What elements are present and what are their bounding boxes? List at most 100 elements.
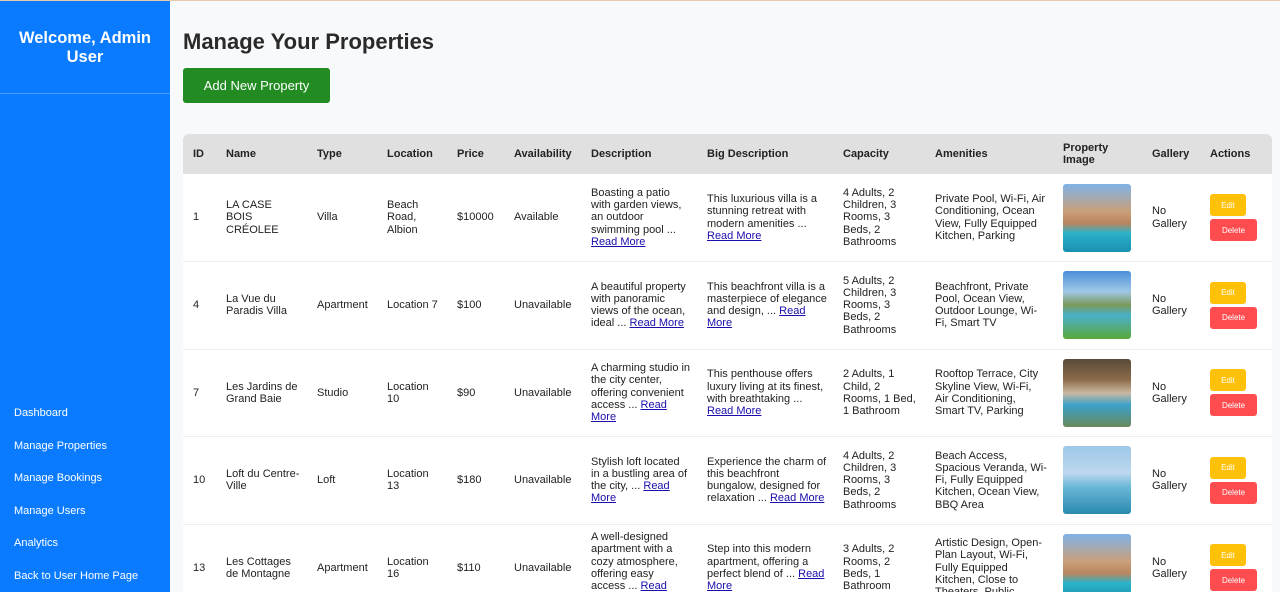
- header-gallery: Gallery: [1152, 148, 1190, 160]
- cell-type: Loft: [307, 436, 377, 525]
- cell-location: Location 13: [377, 436, 447, 525]
- header-property-image: Property Image: [1063, 142, 1109, 166]
- header-type: Type: [317, 148, 342, 160]
- read-more-link[interactable]: Read More: [630, 317, 684, 329]
- cell-actions: Edit Delete: [1200, 349, 1272, 437]
- cell-actions: Edit Delete: [1200, 174, 1272, 262]
- header-capacity: Capacity: [843, 148, 889, 160]
- read-more-link[interactable]: Read More: [707, 230, 761, 242]
- cell-location: Location 16: [377, 524, 447, 592]
- sidebar-item-manage-bookings[interactable]: Manage Bookings: [0, 470, 170, 503]
- cell-property-image: [1053, 349, 1142, 437]
- cell-amenities: Private Pool, Wi-Fi, Air Conditioning, O…: [925, 174, 1053, 262]
- delete-button[interactable]: Delete: [1210, 219, 1257, 241]
- cell-name: LA CASE BOIS CRÉOLEE: [216, 174, 307, 262]
- cell-description: A well-designed apartment with a cozy at…: [581, 524, 697, 592]
- cell-big-description: This penthouse offers luxury living at i…: [697, 349, 833, 437]
- cell-gallery: No Gallery: [1142, 261, 1200, 350]
- add-property-button[interactable]: Add New Property: [183, 68, 330, 103]
- cell-actions: Edit Delete: [1200, 436, 1272, 525]
- delete-button[interactable]: Delete: [1210, 481, 1257, 504]
- property-image: [1063, 271, 1131, 340]
- cell-gallery: No Gallery: [1142, 436, 1200, 525]
- read-more-link[interactable]: Read More: [591, 236, 645, 248]
- cell-id: 10: [183, 436, 216, 525]
- properties-table-container: ID Name Type Location Price Availability…: [183, 134, 1272, 592]
- cell-description: Boasting a patio with garden views, an o…: [581, 174, 697, 262]
- cell-property-image: [1053, 174, 1142, 262]
- sidebar-item-dashboard[interactable]: Dashboard: [0, 405, 170, 438]
- cell-price: $10000: [447, 174, 504, 262]
- cell-name: La Vue du Paradis Villa: [216, 261, 307, 350]
- welcome-heading: Welcome, Admin User: [0, 1, 170, 94]
- cell-property-image: [1053, 524, 1142, 592]
- cell-capacity: 4 Adults, 2 Children, 3 Rooms, 3 Beds, 2…: [833, 174, 925, 262]
- page-title: Manage Your Properties: [183, 29, 435, 54]
- cell-type: Apartment: [307, 261, 377, 350]
- cell-availability: Unavailable: [504, 436, 581, 525]
- table-header-row: ID Name Type Location Price Availability…: [183, 134, 1272, 174]
- cell-id: 7: [183, 349, 216, 437]
- header-location: Location: [387, 148, 433, 160]
- header-id: ID: [193, 148, 204, 160]
- delete-button[interactable]: Delete: [1210, 394, 1257, 417]
- table-row: 10 Loft du Centre-Ville Loft Location 13…: [183, 436, 1272, 525]
- big-description-text: This beachfront villa is a masterpiece o…: [707, 280, 827, 318]
- cell-capacity: 2 Adults, 1 Child, 2 Rooms, 1 Bed, 1 Bat…: [833, 349, 925, 437]
- cell-name: Les Cottages de Montagne: [216, 524, 307, 592]
- edit-button[interactable]: Edit: [1210, 456, 1246, 479]
- big-description-text: Step into this modern apartment, offerin…: [707, 543, 811, 580]
- sidebar: Welcome, Admin User Dashboard Manage Pro…: [0, 1, 170, 592]
- sidebar-nav: Dashboard Manage Properties Manage Booki…: [0, 405, 170, 592]
- edit-button[interactable]: Edit: [1210, 281, 1246, 304]
- cell-price: $180: [447, 436, 504, 525]
- delete-button[interactable]: Delete: [1210, 306, 1257, 329]
- cell-location: Beach Road, Albion: [377, 174, 447, 262]
- cell-location: Location 7: [377, 261, 447, 350]
- cell-property-image: [1053, 436, 1142, 525]
- edit-button[interactable]: Edit: [1210, 369, 1246, 392]
- cell-gallery: No Gallery: [1142, 174, 1200, 262]
- cell-price: $110: [447, 524, 504, 592]
- big-description-text: This luxurious villa is a stunning retre…: [707, 193, 818, 230]
- sidebar-item-back-to-home[interactable]: Back to User Home Page: [0, 568, 170, 592]
- table-row: 4 La Vue du Paradis Villa Apartment Loca…: [183, 261, 1272, 350]
- cell-amenities: Artistic Design, Open-Plan Layout, Wi-Fi…: [925, 524, 1053, 592]
- cell-price: $100: [447, 261, 504, 350]
- cell-location: Location 10: [377, 349, 447, 437]
- cell-capacity: 4 Adults, 2 Children, 3 Rooms, 3 Beds, 2…: [833, 436, 925, 525]
- cell-price: $90: [447, 349, 504, 437]
- read-more-link[interactable]: Read More: [707, 405, 761, 417]
- cell-availability: Unavailable: [504, 261, 581, 350]
- sidebar-item-analytics[interactable]: Analytics: [0, 535, 170, 568]
- cell-description: Stylish loft located in a bustling area …: [581, 436, 697, 525]
- edit-button[interactable]: Edit: [1210, 194, 1246, 216]
- header-description: Description: [591, 148, 652, 160]
- cell-id: 13: [183, 524, 216, 592]
- header-big-description: Big Description: [707, 148, 789, 160]
- cell-id: 1: [183, 174, 216, 262]
- cell-actions: Edit Delete: [1200, 261, 1272, 350]
- header-actions: Actions: [1210, 148, 1251, 160]
- cell-availability: Unavailable: [504, 524, 581, 592]
- read-more-link[interactable]: Read More: [770, 492, 824, 504]
- cell-availability: Available: [504, 174, 581, 262]
- cell-id: 4: [183, 261, 216, 350]
- cell-name: Les Jardins de Grand Baie: [216, 349, 307, 437]
- cell-actions: Edit Delete: [1200, 524, 1272, 592]
- sidebar-item-manage-users[interactable]: Manage Users: [0, 503, 170, 536]
- delete-button[interactable]: Delete: [1210, 569, 1257, 592]
- cell-description: A beautiful property with panoramic view…: [581, 261, 697, 350]
- edit-button[interactable]: Edit: [1210, 544, 1246, 567]
- property-image: [1063, 446, 1131, 515]
- cell-capacity: 3 Adults, 2 Rooms, 2 Beds, 1 Bathroom: [833, 524, 925, 592]
- cell-amenities: Rooftop Terrace, City Skyline View, Wi-F…: [925, 349, 1053, 437]
- cell-availability: Unavailable: [504, 349, 581, 437]
- cell-amenities: Beachfront, Private Pool, Ocean View, Ou…: [925, 261, 1053, 350]
- cell-amenities: Beach Access, Spacious Veranda, Wi-Fi, F…: [925, 436, 1053, 525]
- sidebar-item-manage-properties[interactable]: Manage Properties: [0, 438, 170, 471]
- header-name: Name: [226, 148, 256, 160]
- cell-name: Loft du Centre-Ville: [216, 436, 307, 525]
- table-row: 1 LA CASE BOIS CRÉOLEE Villa Beach Road,…: [183, 174, 1272, 262]
- cell-property-image: [1053, 261, 1142, 350]
